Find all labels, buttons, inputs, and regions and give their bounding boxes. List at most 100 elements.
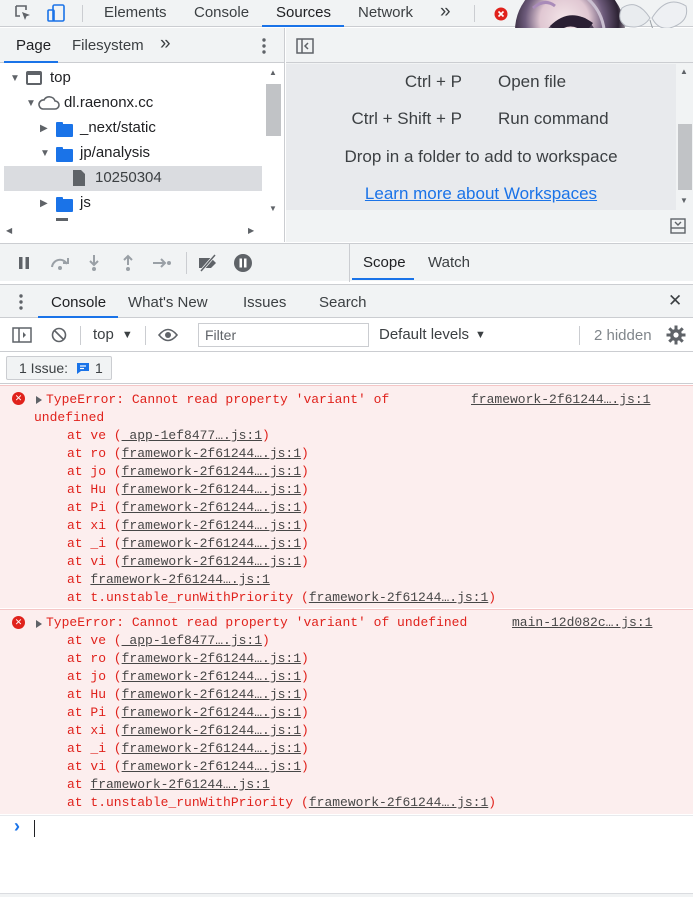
stack-frame-link[interactable]: framework-2f61244….js:1	[122, 705, 301, 720]
tab-filesystem[interactable]: Filesystem	[72, 37, 144, 54]
stack-frame-link[interactable]: framework-2f61244….js:1	[90, 572, 269, 587]
stack-frame-link[interactable]: framework-2f61244….js:1	[122, 741, 301, 756]
step-icon[interactable]	[150, 253, 174, 273]
tree-item-js[interactable]: ▶ js	[0, 191, 284, 216]
inspect-element-icon[interactable]	[12, 3, 34, 23]
stack-frame-link[interactable]: _app-1ef8477….js:1	[122, 428, 262, 443]
tree-horizontal-scrollbar[interactable]: ◀ ▶	[0, 224, 262, 240]
shortcut-key-open-file: Ctrl + P	[404, 72, 462, 91]
deactivate-breakpoints-icon[interactable]	[196, 252, 220, 274]
scroll-left-arrow-icon[interactable]: ◀	[6, 226, 12, 235]
scroll-thumb[interactable]	[266, 84, 281, 136]
tree-item-label: dl.raenonx.cc	[64, 94, 154, 111]
tree-item-next-static[interactable]: ▶ _next/static	[0, 116, 284, 141]
context-selector[interactable]: top ▼	[93, 326, 133, 343]
drawer-tab-whats-new[interactable]: What's New	[128, 294, 208, 311]
stack-frame-link[interactable]: framework-2f61244….js:1	[122, 687, 301, 702]
expand-triangle-icon[interactable]	[36, 620, 42, 628]
stack-frame-link[interactable]: framework-2f61244….js:1	[122, 518, 301, 533]
stack-frame-link[interactable]: _app-1ef8477….js:1	[122, 633, 262, 648]
error-source-link[interactable]: main-12d082c….js:1	[512, 614, 652, 632]
stack-frame-link[interactable]: framework-2f61244….js:1	[122, 723, 301, 738]
stack-frame-link[interactable]: framework-2f61244….js:1	[90, 777, 269, 792]
stack-frame: at jo (framework-2f61244….js:1)	[67, 463, 309, 481]
tab-sources[interactable]: Sources	[276, 4, 331, 21]
stack-frame: at Hu (framework-2f61244….js:1)	[67, 481, 309, 499]
error-source-link[interactable]: framework-2f61244….js:1	[471, 391, 650, 409]
stack-frame-text: )	[301, 741, 309, 756]
live-expression-eye-icon[interactable]	[156, 325, 180, 345]
tree-item-top[interactable]: ▼ top	[0, 66, 284, 91]
editor-pane: Ctrl + P Open file Ctrl + Shift + P Run …	[286, 28, 693, 242]
stack-frame-text: at t.unstable_runWithPriority (	[67, 795, 309, 810]
step-into-icon[interactable]	[84, 252, 104, 274]
close-drawer-button[interactable]: ✕	[668, 291, 682, 311]
tab-watch[interactable]: Watch	[428, 254, 470, 271]
stack-frame-text: )	[301, 759, 309, 774]
stack-frame-link[interactable]: framework-2f61244….js:1	[122, 446, 301, 461]
console-prompt[interactable]: ›	[0, 815, 693, 897]
stack-frame-link[interactable]: framework-2f61244….js:1	[309, 590, 488, 605]
stack-frame-text: at vi (	[67, 554, 122, 569]
device-toolbar-icon[interactable]	[46, 3, 68, 23]
stack-frame-text: )	[301, 518, 309, 533]
tab-scope[interactable]: Scope	[363, 254, 406, 271]
clear-console-icon[interactable]	[49, 325, 69, 345]
issues-button[interactable]: 1 Issue: 1	[6, 356, 112, 380]
log-levels-dropdown[interactable]: Default levels ▼	[379, 326, 486, 343]
issues-bar: 1 Issue: 1	[0, 353, 693, 384]
show-sidebar-icon[interactable]	[11, 325, 33, 345]
scroll-thumb[interactable]	[678, 124, 692, 190]
editor-vertical-scrollbar[interactable]: ▲ ▼	[676, 64, 693, 210]
stack-frame-text: at t.unstable_runWithPriority (	[67, 590, 309, 605]
navigator-menu-icon[interactable]	[256, 36, 272, 56]
tab-console[interactable]: Console	[194, 4, 249, 21]
stack-frame-link[interactable]: framework-2f61244….js:1	[122, 669, 301, 684]
navigator-more-button[interactable]: »	[160, 33, 171, 55]
stack-frame-text: )	[488, 590, 497, 605]
drawer-tab-issues[interactable]: Issues	[243, 294, 286, 311]
error-badge-icon[interactable]	[492, 5, 510, 23]
pause-on-exceptions-icon[interactable]	[232, 252, 254, 274]
issue-message-icon	[76, 362, 90, 375]
tree-item-domain[interactable]: ▼ dl.raenonx.cc	[0, 91, 284, 116]
stack-frame-link[interactable]: framework-2f61244….js:1	[122, 500, 301, 515]
stack-frame-link[interactable]: framework-2f61244….js:1	[122, 554, 301, 569]
step-over-icon[interactable]	[48, 253, 72, 273]
console-settings-gear-icon[interactable]	[665, 324, 687, 346]
expand-triangle-icon[interactable]	[36, 396, 42, 404]
stack-frame-link[interactable]: framework-2f61244….js:1	[309, 795, 488, 810]
tab-network[interactable]: Network	[358, 4, 413, 21]
stack-frame-link[interactable]: framework-2f61244….js:1	[122, 464, 301, 479]
scroll-down-arrow-icon[interactable]: ▼	[680, 196, 688, 205]
stack-frame-link[interactable]: framework-2f61244….js:1	[122, 536, 301, 551]
tab-page[interactable]: Page	[16, 37, 51, 54]
tab-elements[interactable]: Elements	[104, 4, 167, 21]
toolbar-divider	[80, 326, 81, 345]
stack-frame-link[interactable]: framework-2f61244….js:1	[122, 651, 301, 666]
pause-icon[interactable]	[14, 253, 34, 273]
stack-frame-text: at xi (	[67, 518, 122, 533]
stack-frame-link[interactable]: framework-2f61244….js:1	[122, 482, 301, 497]
scroll-up-arrow-icon[interactable]: ▲	[269, 68, 277, 77]
drawer-tab-search[interactable]: Search	[319, 294, 367, 311]
tree-item-jp-analysis[interactable]: ▼ jp/analysis	[0, 141, 284, 166]
scroll-up-arrow-icon[interactable]: ▲	[680, 67, 688, 76]
tree-cutoff-item	[56, 218, 68, 221]
filter-input[interactable]: Filter	[198, 323, 369, 347]
step-out-icon[interactable]	[118, 252, 138, 274]
tree-item-file-selected[interactable]: 10250304	[4, 166, 262, 191]
drawer-menu-icon[interactable]	[14, 292, 28, 312]
scroll-down-arrow-icon[interactable]: ▼	[269, 204, 277, 213]
scroll-right-arrow-icon[interactable]: ▶	[248, 226, 254, 235]
drawer-tab-console[interactable]: Console	[51, 294, 106, 311]
more-tabs-button[interactable]: »	[440, 1, 451, 23]
editor-placeholder: Ctrl + P Open file Ctrl + Shift + P Run …	[286, 64, 676, 210]
stack-frame-link[interactable]: framework-2f61244….js:1	[122, 759, 301, 774]
learn-workspaces-link[interactable]: Learn more about Workspaces	[286, 184, 676, 204]
stack-frame: at framework-2f61244….js:1	[67, 571, 270, 589]
toggle-navigator-icon[interactable]	[294, 36, 316, 56]
tree-vertical-scrollbar[interactable]: ▲ ▼	[263, 66, 283, 216]
toggle-debugger-icon[interactable]	[668, 216, 688, 236]
error-message-text: TypeError: Cannot read property 'variant…	[46, 392, 390, 407]
